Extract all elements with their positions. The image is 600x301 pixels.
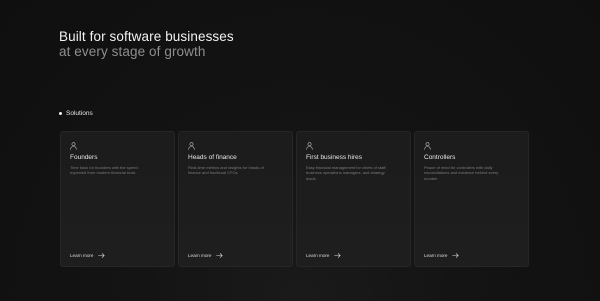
arrow-right-icon [333, 253, 341, 258]
card-title: Founders [70, 154, 98, 161]
card-heads-of-finance[interactable]: Heads of finance Real-time metrics and i… [178, 131, 293, 267]
card-founders[interactable]: Founders Time back for founders with the… [60, 131, 175, 267]
arrow-right-icon [215, 253, 223, 258]
arrow-right-icon [451, 253, 459, 258]
section-label: Solutions [59, 110, 93, 117]
card-description: Time back for founders with the speed ex… [70, 165, 138, 176]
learn-more-link[interactable]: Learn more [306, 253, 341, 258]
card-description: Real-time metrics and insights for heads… [188, 165, 264, 176]
learn-more-label: Learn more [70, 253, 94, 258]
learn-more-label: Learn more [188, 253, 212, 258]
solutions-cards: Founders Time back for founders with the… [60, 131, 529, 267]
card-description: Peace of mind for controllers with daily… [424, 165, 499, 181]
hero-title: Built for software businesses [59, 29, 234, 44]
card-title: First business hires [306, 154, 362, 161]
card-title: Controllers [424, 154, 456, 161]
card-description: Easy financial management for chiefs of … [306, 165, 387, 181]
learn-more-link[interactable]: Learn more [424, 253, 459, 258]
user-icon [188, 142, 195, 150]
card-title: Heads of finance [188, 154, 237, 161]
hero-subtitle: at every stage of growth [59, 44, 206, 59]
learn-more-label: Learn more [424, 253, 448, 258]
learn-more-link[interactable]: Learn more [70, 253, 105, 258]
card-first-business-hires[interactable]: First business hires Easy financial mana… [296, 131, 411, 267]
user-icon [306, 142, 313, 150]
card-controllers[interactable]: Controllers Peace of mind for controller… [414, 131, 529, 267]
user-icon [70, 142, 77, 150]
learn-more-link[interactable]: Learn more [188, 253, 223, 258]
user-icon [424, 142, 431, 150]
arrow-right-icon [97, 253, 105, 258]
bullet-dot-icon [59, 112, 62, 115]
page: Built for software businesses at every s… [0, 0, 600, 301]
section-label-text: Solutions [66, 110, 93, 117]
learn-more-label: Learn more [306, 253, 330, 258]
